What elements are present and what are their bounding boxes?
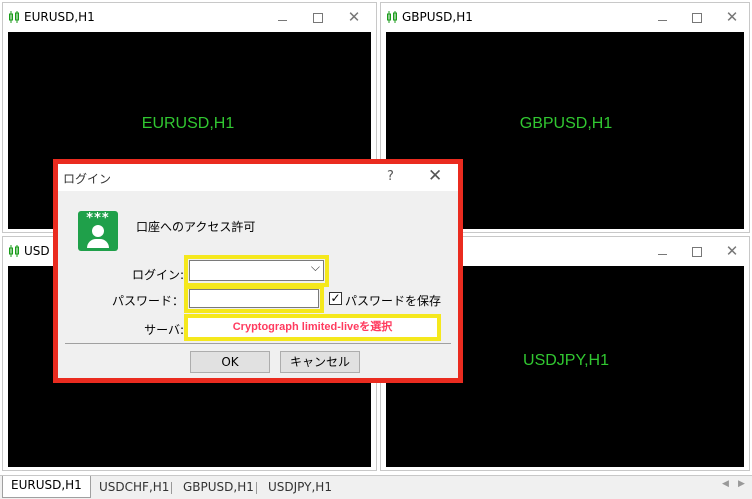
dialog-heading: 口座へのアクセス許可 (136, 220, 256, 234)
close-icon[interactable]: ✕ (343, 6, 365, 28)
chart-symbol-label: EURUSD,H1 (141, 115, 235, 132)
help-icon[interactable]: ? (387, 169, 394, 184)
candlestick-chart-icon (387, 11, 397, 23)
close-icon[interactable]: ✕ (428, 166, 442, 186)
window-titlebar[interactable]: EURUSD,H1 ✕ (3, 3, 376, 31)
window-title: USD (24, 244, 50, 258)
password-label: パスワード： (111, 294, 184, 308)
candlestick-chart-icon (9, 245, 19, 257)
close-icon[interactable]: ✕ (721, 240, 743, 262)
login-label: ログイン: (131, 268, 184, 282)
minimize-icon[interactable] (271, 6, 293, 28)
tab-separator (256, 482, 257, 494)
user-icon-stars: *** (86, 211, 110, 226)
save-password-checkbox[interactable]: ✓ (329, 292, 342, 305)
cancel-button[interactable]: キャンセル (280, 351, 360, 373)
dialog-title: ログイン (63, 172, 112, 186)
close-icon[interactable]: ✕ (721, 6, 743, 28)
minimize-icon[interactable] (651, 240, 673, 262)
server-field[interactable]: Cryptograph limited-liveを選択 (184, 314, 441, 341)
tab-usdchf[interactable]: USDCHF,H1 (91, 478, 177, 497)
candlestick-chart-icon (9, 11, 19, 23)
dialog-titlebar[interactable]: ログイン ? ✕ (58, 164, 458, 191)
scroll-left-icon[interactable]: ◀ (722, 479, 729, 489)
dialog-divider (65, 343, 451, 344)
maximize-icon[interactable] (686, 240, 708, 262)
ok-button[interactable]: OK (190, 351, 270, 373)
window-title: GBPUSD,H1 (402, 10, 473, 24)
maximize-icon[interactable] (686, 6, 708, 28)
minimize-icon[interactable] (651, 6, 673, 28)
save-password-label: パスワードを保存 (345, 294, 442, 308)
account-user-icon: *** (78, 211, 118, 251)
tab-separator (171, 482, 172, 494)
window-title: EURUSD,H1 (24, 10, 95, 24)
login-combobox[interactable]: ⌵ (189, 260, 324, 281)
chevron-down-icon[interactable]: ⌵ (311, 260, 320, 275)
server-label: サーバ: (144, 323, 184, 337)
user-icon-body (87, 239, 109, 248)
tab-usdjpy[interactable]: USDJPY,H1 (260, 478, 340, 497)
login-dialog: ログイン ? ✕ *** 口座へのアクセス許可 ログイン: ⌵ パスワード： ✓… (53, 159, 463, 383)
window-titlebar[interactable]: GBPUSD,H1 ✕ (381, 3, 749, 31)
user-icon-head (92, 225, 104, 237)
tab-eurusd[interactable]: EURUSD,H1 (2, 476, 91, 498)
maximize-icon[interactable] (307, 6, 329, 28)
scroll-right-icon[interactable]: ▶ (738, 479, 745, 489)
chart-symbol-label: USDJPY,H1 (523, 352, 609, 369)
window-tab-bar: EURUSD,H1 USDCHF,H1 GBPUSD,H1 USDJPY,H1 … (0, 475, 752, 499)
tab-gbpusd[interactable]: GBPUSD,H1 (175, 478, 262, 497)
server-note: Cryptograph limited-liveを選択 (232, 321, 393, 333)
chart-symbol-label: GBPUSD,H1 (519, 115, 613, 132)
password-field[interactable] (189, 289, 319, 308)
